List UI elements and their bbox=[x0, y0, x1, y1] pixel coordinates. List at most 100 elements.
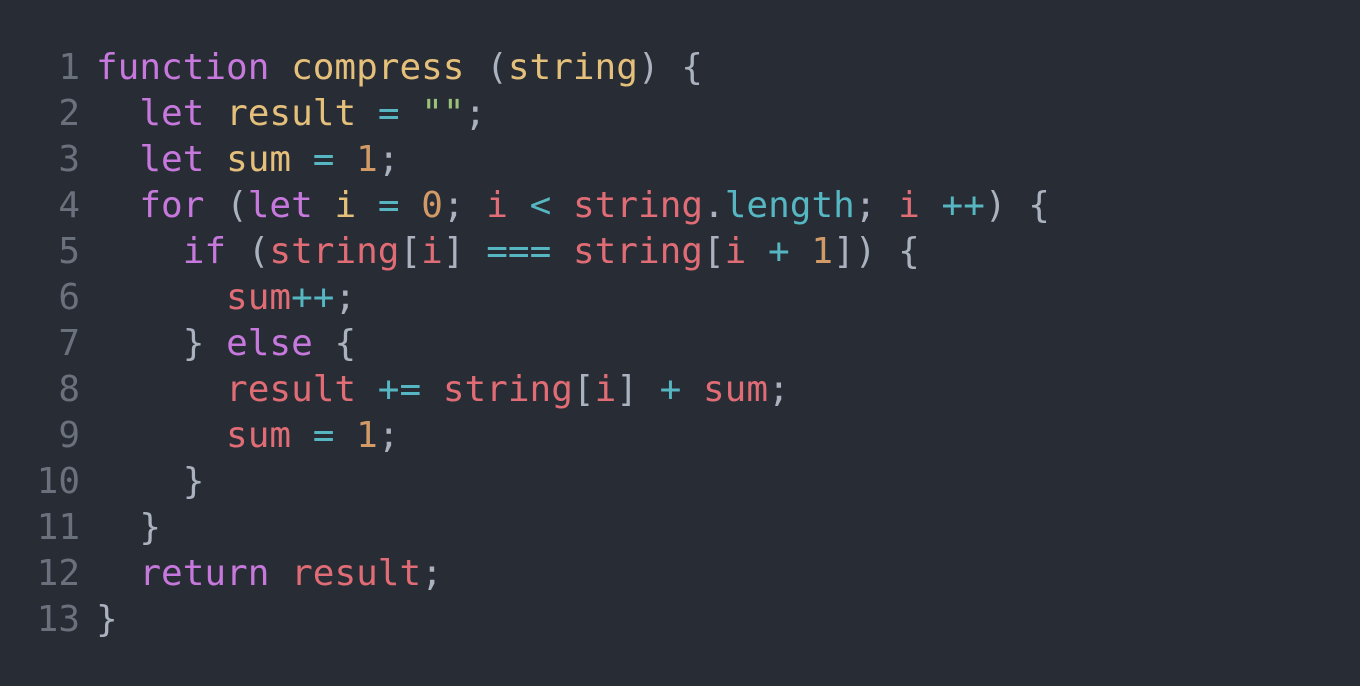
code-token-punctuation: ; bbox=[334, 277, 357, 318]
line-code[interactable]: sum++; bbox=[96, 275, 356, 321]
code-token-variable: result bbox=[291, 553, 422, 594]
line-code[interactable]: } bbox=[96, 505, 161, 551]
code-token-number: 1 bbox=[356, 139, 378, 180]
code-line[interactable]: 1 function compress (string) { bbox=[0, 45, 1360, 91]
code-line[interactable]: 5 if (string[i] === string[i + 1]) { bbox=[0, 229, 1360, 275]
line-code[interactable]: for (let i = 0; i < string.length; i ++)… bbox=[96, 183, 1050, 229]
code-line[interactable]: 6 sum++; bbox=[0, 275, 1360, 321]
line-number: 9 bbox=[58, 415, 80, 456]
code-token-variable: string bbox=[572, 231, 703, 272]
code-token-punctuation: [ bbox=[399, 231, 422, 272]
code-line[interactable]: 8 result += string[i] + sum; bbox=[0, 367, 1360, 413]
code-token-punctuation: ; bbox=[768, 369, 790, 410]
code-line[interactable]: 10 } bbox=[0, 459, 1360, 505]
code-token-operator: = bbox=[312, 139, 335, 180]
code-token-operator: = bbox=[377, 185, 400, 226]
code-token-variable: sum bbox=[226, 277, 292, 318]
code-token-variable: i bbox=[421, 231, 443, 272]
code-token-punctuation: ; bbox=[421, 553, 443, 594]
code-token-keyword: function bbox=[96, 47, 270, 88]
code-token-punctuation: } bbox=[96, 599, 118, 640]
line-number: 12 bbox=[36, 553, 80, 594]
code-token-punctuation: ) { bbox=[984, 185, 1050, 226]
code-token-variable: sum bbox=[226, 415, 292, 456]
line-code[interactable]: result += string[i] + sum; bbox=[96, 367, 790, 413]
code-token-keyword: else bbox=[226, 323, 313, 364]
code-token-operator: = bbox=[312, 415, 335, 456]
code-line[interactable]: 9 sum = 1; bbox=[0, 413, 1360, 459]
code-token-punctuation: ( bbox=[204, 185, 248, 226]
code-token-property: length bbox=[724, 185, 855, 226]
code-token-operator: < bbox=[529, 185, 552, 226]
line-code[interactable]: } bbox=[96, 597, 118, 643]
line-number: 10 bbox=[36, 461, 80, 502]
line-number: 4 bbox=[58, 185, 80, 226]
line-number: 11 bbox=[36, 507, 80, 548]
line-code[interactable]: return result; bbox=[96, 551, 443, 597]
code-token-number: 0 bbox=[421, 185, 443, 226]
code-token-punctuation: ) { bbox=[637, 47, 703, 88]
code-editor[interactable]: 1 function compress (string) {2 let resul… bbox=[0, 0, 1360, 686]
line-code[interactable]: } else { bbox=[96, 321, 356, 367]
code-token-punctuation: ] bbox=[616, 369, 638, 410]
code-token-punctuation: ; bbox=[854, 185, 899, 226]
code-line[interactable]: 3 let sum = 1; bbox=[0, 137, 1360, 183]
code-token-punctuation: { bbox=[312, 323, 357, 364]
code-line[interactable]: 13} bbox=[0, 597, 1360, 643]
line-code[interactable]: sum = 1; bbox=[96, 413, 399, 459]
code-token-operator: + bbox=[768, 231, 790, 272]
line-code[interactable]: let result = ""; bbox=[96, 91, 486, 137]
line-number: 8 bbox=[58, 369, 80, 410]
code-line[interactable]: 12 return result; bbox=[0, 551, 1360, 597]
code-token-number: 1 bbox=[811, 231, 834, 272]
code-token-operator: ++ bbox=[941, 185, 985, 226]
code-token-operator: ++ bbox=[291, 277, 335, 318]
line-number: 1 bbox=[58, 47, 80, 88]
line-number: 2 bbox=[58, 93, 80, 134]
code-token-punctuation: ; bbox=[442, 185, 487, 226]
code-line[interactable]: 7 } else { bbox=[0, 321, 1360, 367]
code-line[interactable]: 2 let result = ""; bbox=[0, 91, 1360, 137]
code-line[interactable]: 11 } bbox=[0, 505, 1360, 551]
code-token-keyword: let bbox=[247, 185, 313, 226]
code-line[interactable]: 4 for (let i = 0; i < string.length; i +… bbox=[0, 183, 1360, 229]
line-code[interactable]: if (string[i] === string[i + 1]) { bbox=[96, 229, 920, 275]
code-token-keyword: if bbox=[182, 231, 227, 272]
code-token-function: compress bbox=[291, 47, 465, 88]
line-code[interactable]: let sum = 1; bbox=[96, 137, 400, 183]
code-token-operator: = bbox=[377, 93, 400, 134]
code-token-variable: string bbox=[573, 185, 704, 226]
line-code[interactable]: function compress (string) { bbox=[96, 45, 703, 91]
code-token-punctuation: ; bbox=[464, 93, 487, 134]
code-token-punctuation: } bbox=[182, 323, 227, 364]
code-token-variable: i bbox=[486, 185, 508, 226]
line-code[interactable]: } bbox=[96, 459, 205, 505]
code-token-punctuation: ; bbox=[377, 139, 400, 180]
line-number: 5 bbox=[58, 231, 80, 272]
code-token-param: result bbox=[226, 93, 357, 134]
code-token-keyword: let bbox=[139, 93, 205, 134]
